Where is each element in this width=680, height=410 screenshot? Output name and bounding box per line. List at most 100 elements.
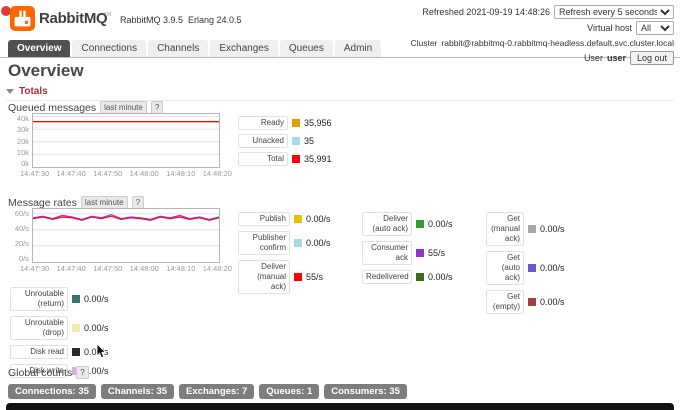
global-counts-heading: Global counts bbox=[8, 366, 73, 379]
legend-row-consumer-ack: Consumer ack 55/s bbox=[362, 241, 453, 265]
legend-label: Unroutable (drop) bbox=[10, 316, 68, 340]
legend-row-disk-read: Disk read 0.00/s bbox=[10, 345, 109, 359]
connections-count-badge: Connections: 35 bbox=[8, 384, 96, 399]
legend-value: 0.00/s bbox=[428, 272, 453, 282]
logout-button[interactable]: Log out bbox=[629, 51, 674, 65]
legend-label: Disk read bbox=[10, 345, 68, 359]
virtual-host-select[interactable]: All bbox=[636, 21, 674, 35]
tab-admin[interactable]: Admin bbox=[334, 40, 382, 57]
x-tick: 14:48:00 bbox=[129, 264, 159, 273]
x-tick: 14:47:30 bbox=[20, 169, 50, 178]
x-tick: 14:47:50 bbox=[93, 264, 123, 273]
window-bottom-bar bbox=[6, 403, 674, 410]
refreshed-timestamp: Refreshed 2021-09-19 14:48:26 bbox=[422, 7, 550, 17]
refresh-interval-select[interactable]: Refresh every 5 seconds bbox=[554, 5, 674, 19]
channels-count-badge: Channels: 35 bbox=[100, 384, 175, 399]
legend-color-swatch bbox=[292, 119, 300, 127]
legend-color-swatch bbox=[416, 249, 424, 257]
help-icon[interactable]: ? bbox=[76, 366, 89, 379]
tab-connections[interactable]: Connections bbox=[72, 40, 147, 57]
message-rates-legend-col-3: Get (manual ack) 0.00/s Get (auto ack) 0… bbox=[486, 212, 565, 314]
legend-color-swatch bbox=[72, 295, 80, 303]
totals-heading: Totals bbox=[19, 86, 48, 97]
legend-label: Get (manual ack) bbox=[486, 212, 524, 246]
y-axis-labels: 60/s 40/s 20/s 0/s bbox=[8, 208, 32, 263]
x-tick: 14:47:30 bbox=[20, 264, 50, 273]
legend-color-swatch bbox=[416, 273, 424, 281]
legend-label: Deliver (manual ack) bbox=[238, 260, 290, 294]
y-tick: 40k bbox=[16, 114, 29, 123]
legend-color-swatch bbox=[292, 155, 300, 163]
cluster-name: rabbit@rabbitmq-0.rabbitmq-headless.defa… bbox=[441, 38, 674, 48]
user-label: User bbox=[583, 53, 603, 63]
legend-color-swatch bbox=[528, 298, 536, 306]
legend-row-unroutable-drop: Unroutable (drop) 0.00/s bbox=[10, 316, 109, 340]
exchanges-count-badge: Exchanges: 7 bbox=[179, 384, 255, 399]
legend-row-get-auto-ack: Get (auto ack) 0.00/s bbox=[486, 251, 565, 285]
legend-color-swatch bbox=[294, 273, 302, 281]
legend-value: 0.00/s bbox=[540, 297, 565, 307]
message-rates-legend-extra: Unroutable (return) 0.00/s Unroutable (d… bbox=[10, 287, 109, 378]
tab-overview[interactable]: Overview bbox=[8, 40, 71, 57]
global-counts-badges: Connections: 35 Channels: 35 Exchanges: … bbox=[8, 384, 407, 399]
tab-queues[interactable]: Queues bbox=[279, 40, 333, 57]
legend-value: 0.00/s bbox=[84, 294, 109, 304]
y-tick: 20k bbox=[16, 136, 29, 146]
queued-messages-plot bbox=[32, 113, 220, 168]
rabbit-icon bbox=[14, 10, 31, 27]
x-tick: 14:47:40 bbox=[56, 264, 86, 273]
legend-color-swatch bbox=[528, 225, 536, 233]
legend-color-swatch bbox=[72, 348, 80, 356]
queues-count-badge: Queues: 1 bbox=[259, 384, 320, 399]
legend-color-swatch bbox=[294, 215, 302, 223]
y-axis-labels: 40k 30k 20k 10k 0k bbox=[8, 113, 32, 168]
x-tick: 14:48:20 bbox=[202, 264, 232, 273]
queued-messages-legend: Ready 35,956 Unacked 35 Total 35,991 bbox=[238, 116, 332, 166]
tab-exchanges[interactable]: Exchanges bbox=[210, 40, 278, 57]
legend-color-swatch bbox=[72, 324, 80, 332]
legend-value: 0.00/s bbox=[306, 214, 331, 224]
legend-value: 0.00/s bbox=[540, 224, 565, 234]
mouse-cursor bbox=[96, 343, 107, 364]
legend-row-redelivered: Redelivered 0.00/s bbox=[362, 270, 453, 284]
y-tick: 40/s bbox=[14, 224, 29, 233]
legend-label: Ready bbox=[238, 116, 288, 130]
header-right: Refreshed 2021-09-19 14:48:26 Refresh ev… bbox=[410, 5, 674, 67]
legend-value: 35,991 bbox=[304, 154, 332, 164]
queued-messages-chart: 40k 30k 20k 10k 0k 14:47:30 14:47:40 14:… bbox=[8, 113, 232, 178]
consumers-count-badge: Consumers: 35 bbox=[324, 384, 407, 399]
legend-color-swatch bbox=[292, 137, 300, 145]
tab-channels[interactable]: Channels bbox=[148, 40, 209, 57]
y-tick: 0k bbox=[21, 159, 29, 168]
legend-row-publisher-confirm: Publisher confirm 0.00/s bbox=[238, 231, 331, 255]
x-axis-labels: 14:47:30 14:47:40 14:47:50 14:48:00 14:4… bbox=[20, 264, 232, 273]
x-tick: 14:48:10 bbox=[166, 264, 196, 273]
y-tick: 20/s bbox=[14, 239, 29, 248]
y-tick: 30k bbox=[16, 125, 29, 135]
x-axis-labels: 14:47:30 14:47:40 14:47:50 14:48:00 14:4… bbox=[20, 169, 232, 178]
legend-label: Unacked bbox=[238, 134, 288, 148]
legend-row-unroutable-return: Unroutable (return) 0.00/s bbox=[10, 287, 109, 311]
global-counts-header: Global counts ? bbox=[8, 366, 89, 379]
totals-section-header[interactable]: Totals bbox=[6, 86, 674, 101]
message-rates-heading: Message rates bbox=[8, 196, 77, 209]
x-tick: 14:48:00 bbox=[129, 169, 159, 178]
legend-row-deliver-manual-ack: Deliver (manual ack) 55/s bbox=[238, 260, 331, 294]
legend-value: 55/s bbox=[428, 248, 446, 258]
collapse-arrow-icon bbox=[6, 89, 14, 94]
x-tick: 14:47:50 bbox=[93, 169, 123, 178]
legend-label: Consumer ack bbox=[362, 241, 412, 265]
message-rates-plot bbox=[32, 208, 220, 263]
virtual-host-label: Virtual host bbox=[587, 23, 632, 33]
page-title: Overview bbox=[8, 61, 84, 80]
legend-value: 0.00/s bbox=[428, 219, 453, 229]
legend-label: Get (empty) bbox=[486, 290, 524, 314]
x-tick: 14:48:20 bbox=[202, 169, 232, 178]
legend-label: Redelivered bbox=[362, 270, 412, 284]
rabbitmq-logo-icon[interactable] bbox=[10, 6, 35, 31]
legend-color-swatch bbox=[294, 239, 302, 247]
legend-row-get-empty: Get (empty) 0.00/s bbox=[486, 290, 565, 314]
cluster-label: Cluster bbox=[410, 38, 438, 48]
erlang-version: Erlang 24.0.5 bbox=[188, 15, 242, 25]
x-tick: 14:48:10 bbox=[166, 169, 196, 178]
